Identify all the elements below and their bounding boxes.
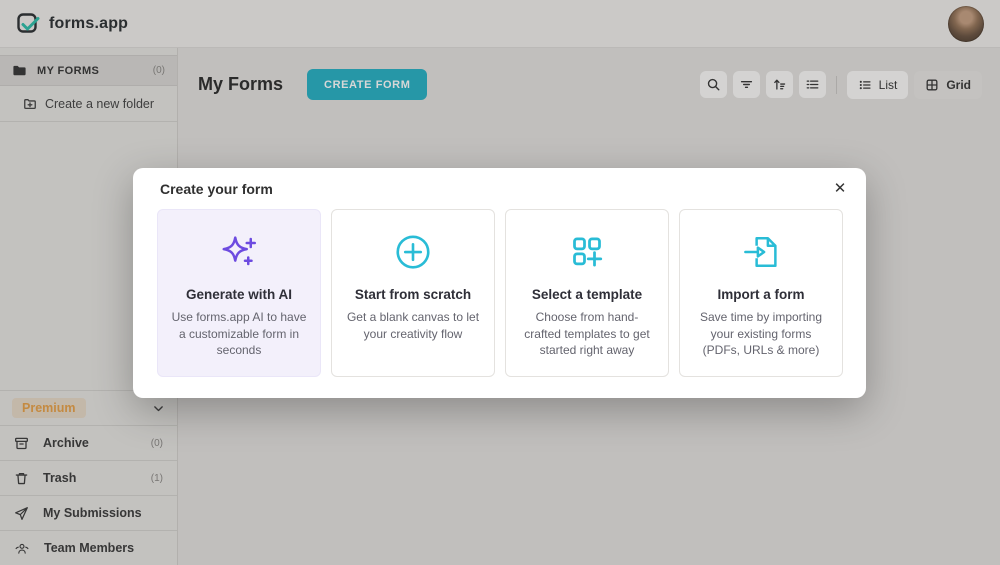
- card-import-a-form[interactable]: Import a form Save time by importing you…: [679, 209, 843, 377]
- card-description: Use forms.app AI to have a customizable …: [170, 309, 308, 359]
- card-generate-with-ai[interactable]: Generate with AI Use forms.app AI to hav…: [157, 209, 321, 377]
- card-title: Generate with AI: [186, 287, 292, 302]
- card-description: Get a blank canvas to let your creativit…: [344, 309, 482, 342]
- card-title: Select a template: [532, 287, 642, 302]
- card-description: Save time by importing your existing for…: [692, 309, 830, 359]
- plus-circle-icon: [393, 231, 433, 273]
- card-title: Start from scratch: [355, 287, 471, 302]
- card-select-a-template[interactable]: Select a template Choose from hand-craft…: [505, 209, 669, 377]
- create-form-modal: Create your form ✕ Generate with AI Use …: [133, 168, 866, 398]
- import-document-icon: [741, 231, 781, 273]
- card-start-from-scratch[interactable]: Start from scratch Get a blank canvas to…: [331, 209, 495, 377]
- forms-app-window: forms.app MY FORMS (0) Create a new fold…: [0, 0, 1000, 565]
- card-title: Import a form: [717, 287, 804, 302]
- close-icon[interactable]: ✕: [828, 177, 852, 201]
- create-option-cards: Generate with AI Use forms.app AI to hav…: [157, 209, 843, 377]
- template-grid-icon: [567, 231, 607, 273]
- card-description: Choose from hand-crafted templates to ge…: [518, 309, 656, 359]
- modal-title: Create your form: [160, 181, 273, 197]
- ai-sparkle-icon: [219, 231, 259, 273]
